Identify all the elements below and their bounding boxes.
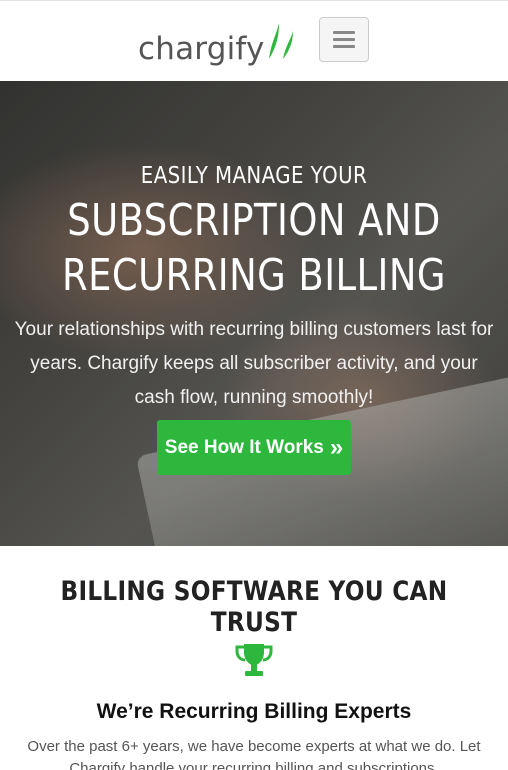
menu-button[interactable] — [319, 17, 369, 62]
site-header: chargify — [0, 0, 508, 81]
see-how-it-works-button[interactable]: See How It Works » — [157, 420, 351, 475]
feature-description: Over the past 6+ years, we have become e… — [27, 738, 481, 770]
hero-title-line2: RECURRING BILLING — [62, 250, 446, 301]
hero-title: SUBSCRIPTION AND RECURRING BILLING — [41, 193, 468, 303]
chevron-right-icon: » — [329, 433, 344, 461]
hero-description: Your relationships with recurring billin… — [14, 319, 494, 408]
feature-title: We’re Recurring Billing Experts — [96, 700, 412, 723]
cta-label: See How It Works — [164, 436, 324, 458]
hero-title-line1: SUBSCRIPTION AND — [67, 195, 441, 246]
logo-text: chargify — [138, 31, 265, 67]
hero-kicker: EASILY MANAGE YOUR — [140, 163, 368, 189]
trophy-icon — [235, 644, 273, 676]
hero-banner: EASILY MANAGE YOUR SUBSCRIPTION AND RECU… — [0, 81, 508, 546]
chargify-logo[interactable]: chargify — [138, 15, 297, 65]
section-title: BILLING SOFTWARE YOU CAN TRUST — [60, 576, 448, 638]
logo-mark-icon — [268, 23, 293, 59]
hamburger-menu-icon — [333, 31, 355, 34]
